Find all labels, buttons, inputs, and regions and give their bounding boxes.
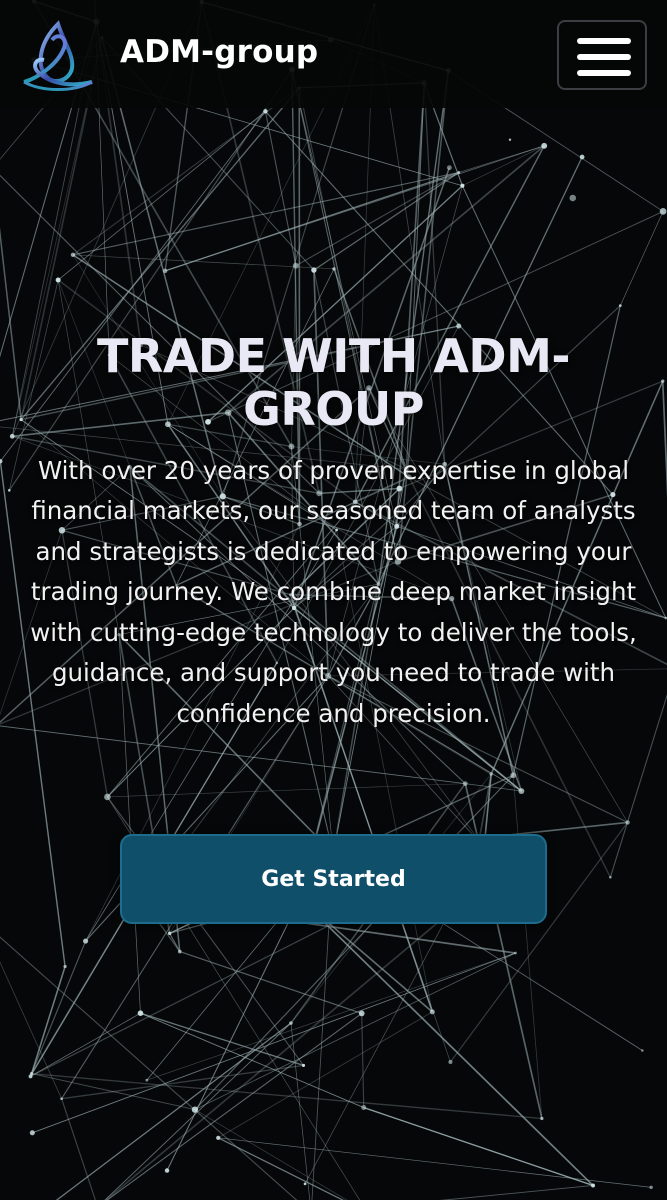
network-node: [29, 1130, 35, 1136]
hero-title: TRADE WITH ADM-GROUP: [97, 329, 570, 437]
network-node: [518, 788, 525, 794]
network-node: [167, 931, 172, 936]
network-node: [649, 1185, 653, 1190]
network-line: [194, 952, 516, 1110]
hamburger-menu-icon-bar: [577, 70, 631, 76]
network-node: [640, 1049, 644, 1052]
network-node: [28, 1074, 33, 1079]
network-node: [462, 781, 468, 786]
network-node: [541, 142, 548, 149]
network-node: [82, 938, 89, 944]
network-node: [145, 1078, 149, 1082]
network-line: [363, 1106, 594, 1187]
network-node: [659, 208, 667, 215]
network-node: [70, 252, 76, 258]
network-node: [429, 1009, 435, 1015]
network-node: [191, 1106, 199, 1113]
network-node: [579, 154, 585, 160]
hero-section: TRADE WITH ADM-GROUP With over 20 years …: [0, 329, 667, 734]
network-node: [361, 1105, 367, 1111]
hamburger-menu-icon: [577, 38, 631, 44]
network-line: [146, 952, 516, 1081]
hamburger-menu-button[interactable]: [557, 20, 647, 90]
get-started-button[interactable]: Get Started: [120, 834, 547, 924]
network-node: [457, 171, 461, 174]
network-node: [618, 304, 622, 307]
network-node: [289, 1021, 293, 1025]
network-node: [332, 267, 336, 271]
network-node: [177, 949, 182, 954]
triquetra-logo-icon[interactable]: [18, 20, 98, 96]
network-node: [448, 1059, 453, 1065]
network-line: [30, 966, 66, 1074]
network-node: [292, 262, 299, 269]
network-line: [31, 1072, 542, 1120]
network-line: [179, 951, 362, 1014]
network-node: [591, 1183, 595, 1188]
network-node: [540, 1116, 544, 1121]
network-node: [489, 772, 493, 776]
network-node: [510, 772, 516, 779]
network-node: [609, 876, 612, 879]
network-node: [164, 1168, 170, 1173]
network-line: [107, 783, 466, 798]
network-line: [620, 211, 664, 306]
network-line: [512, 775, 543, 1119]
network-line: [217, 1011, 433, 1139]
network-line: [32, 952, 516, 1134]
hamburger-menu-icon-bar: [577, 54, 631, 60]
network-node: [63, 964, 67, 969]
network-line: [439, 1184, 594, 1200]
network-node: [55, 277, 61, 283]
hero-description: With over 20 years of proven expertise i…: [30, 455, 637, 728]
network-line: [290, 1023, 311, 1200]
network-node: [625, 820, 630, 825]
network-node: [162, 268, 168, 274]
brand-name[interactable]: ADM-group: [120, 34, 318, 70]
network-line: [31, 940, 87, 1074]
network-line: [217, 1137, 344, 1200]
network-node: [358, 1010, 365, 1017]
network-node: [446, 165, 452, 171]
network-node: [514, 951, 517, 955]
network-node: [216, 1135, 221, 1140]
network-line: [264, 111, 297, 266]
network-node: [303, 1182, 307, 1186]
network-node: [311, 267, 317, 273]
network-node: [508, 138, 512, 141]
header: ADM-group: [0, 0, 667, 108]
network-node: [456, 323, 462, 329]
network-node: [301, 1063, 306, 1067]
network-line: [299, 897, 594, 1187]
network-node: [60, 1097, 63, 1101]
network-node: [263, 109, 268, 114]
network-node: [460, 183, 465, 188]
network-node: [104, 793, 111, 801]
network-line: [61, 1098, 96, 1200]
network-node: [137, 1010, 144, 1016]
network-node: [569, 194, 577, 202]
